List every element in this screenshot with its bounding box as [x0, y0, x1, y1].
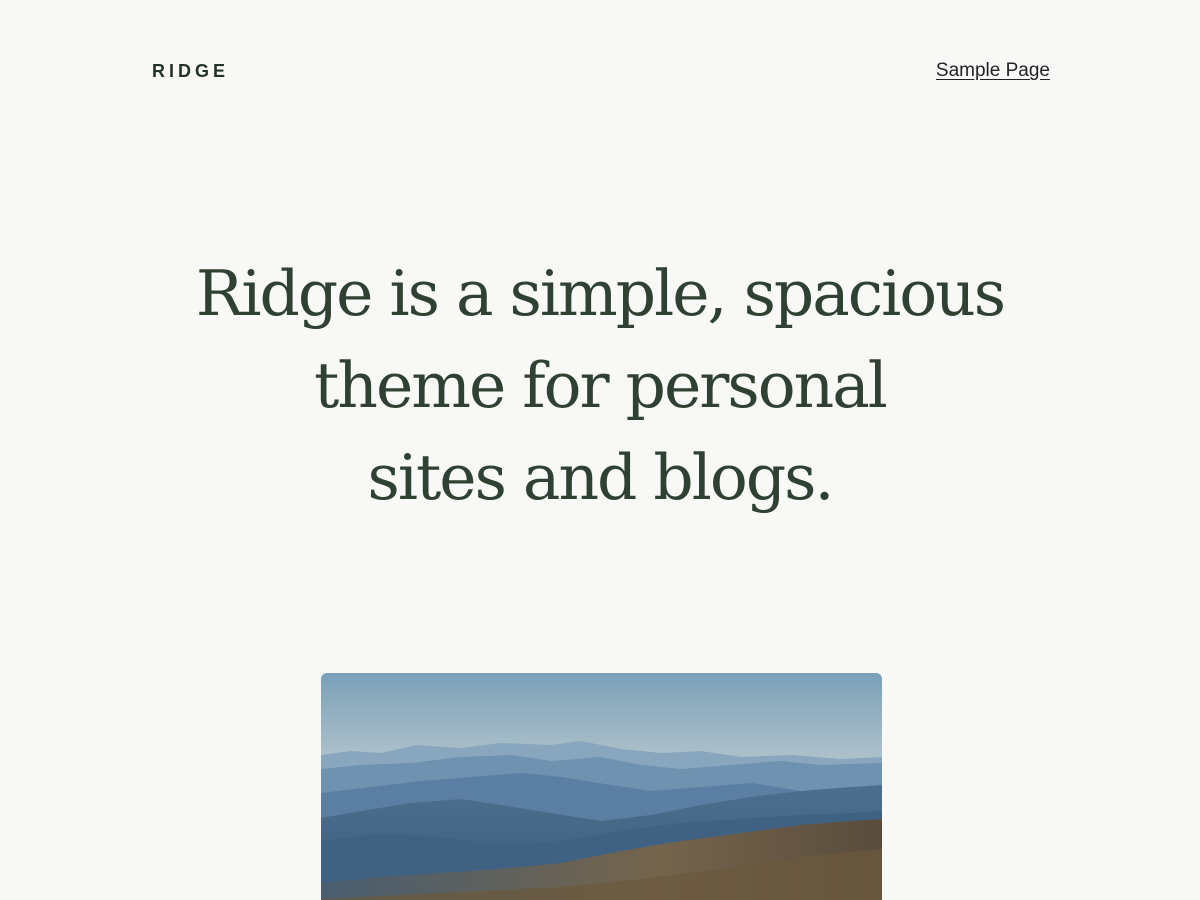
site-title-link[interactable]: RIDGE — [152, 61, 229, 82]
hero-heading: Ridge is a simple, spacious theme for pe… — [150, 248, 1050, 524]
featured-image — [321, 673, 882, 900]
mountain-landscape-image — [321, 673, 882, 900]
hero-heading-line: Ridge is a simple, spacious — [195, 257, 1006, 330]
site-header: RIDGE Sample Page — [152, 56, 1050, 86]
primary-navigation: Sample Page — [936, 60, 1050, 82]
hero-heading-line: theme for personal — [314, 349, 888, 422]
nav-link-sample-page[interactable]: Sample Page — [936, 60, 1050, 81]
hero-heading-line: sites and blogs. — [367, 441, 834, 514]
hero-section: Ridge is a simple, spacious theme for pe… — [150, 248, 1050, 524]
